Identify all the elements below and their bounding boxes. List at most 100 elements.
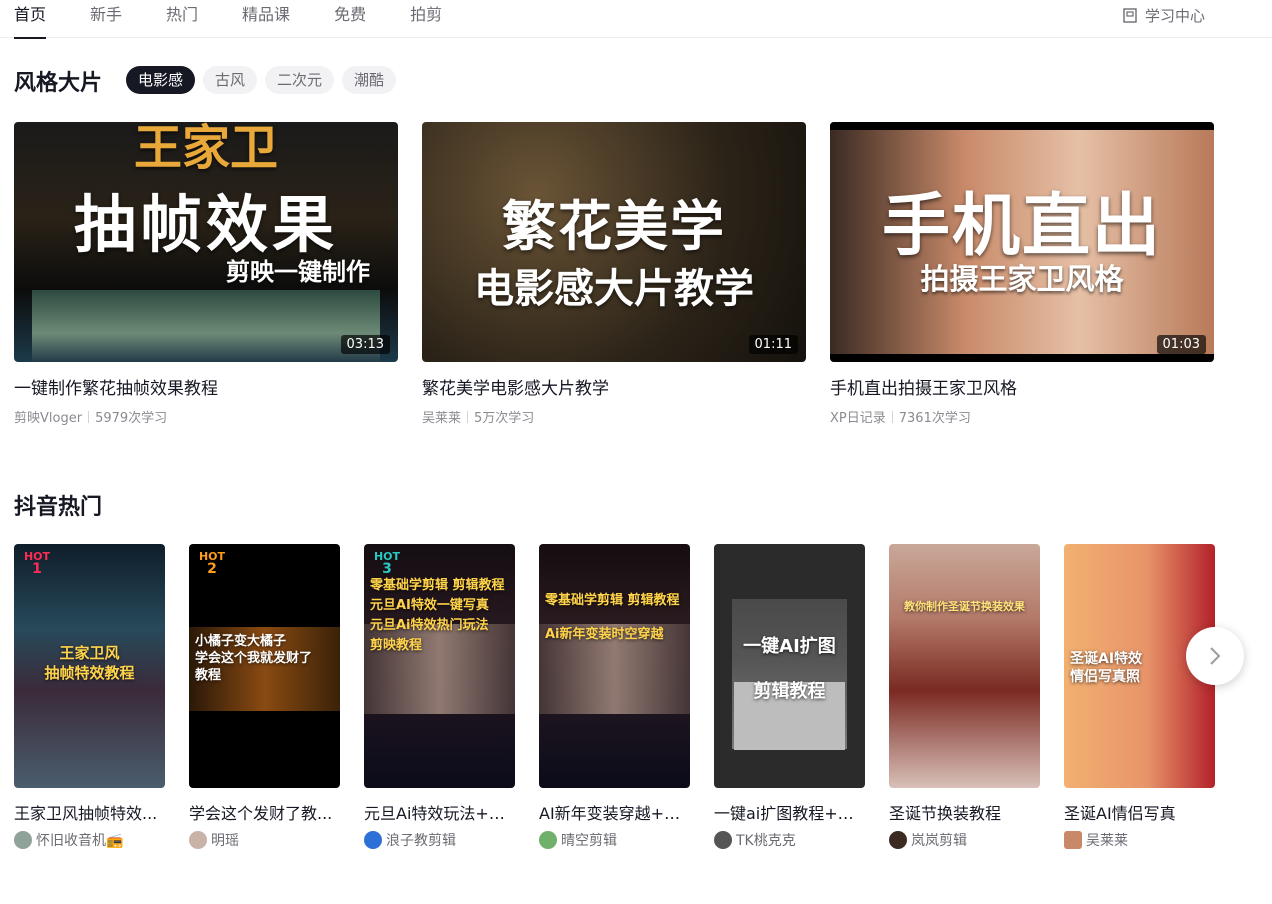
tab-hot[interactable]: 热门: [166, 0, 198, 38]
video-thumbnail[interactable]: HOT 3 零基础学剪辑 剪辑教程 元旦AI特效一键写真 元旦Ai特效热门玩法 剪…: [364, 544, 515, 788]
video-duration: 01:03: [1156, 335, 1206, 354]
tab-free[interactable]: 免费: [334, 0, 366, 38]
video-author[interactable]: XP日记录: [830, 407, 886, 426]
chip-ancient[interactable]: 古风: [203, 66, 258, 94]
video-author[interactable]: 吴莱莱: [1064, 830, 1215, 850]
avatar: [364, 831, 382, 849]
thumbnail-overlay-main: 繁花美学: [502, 195, 726, 258]
letterbox-bottom: [830, 354, 1214, 362]
tab-premium[interactable]: 精品课: [242, 0, 290, 38]
avatar: [714, 831, 732, 849]
avatar: [539, 831, 557, 849]
avatar: [189, 831, 207, 849]
video-title[interactable]: 手机直出拍摄王家卫风格: [830, 374, 1214, 399]
thumbnail-overlay-sub: 剪映一键制作: [226, 258, 370, 286]
video-author[interactable]: 浪子教剪辑: [364, 830, 515, 850]
video-thumbnail[interactable]: HOT 1 王家卫风 抽帧特效教程: [14, 544, 165, 788]
video-meta: 吴莱莱 5万次学习: [422, 407, 806, 426]
style-video-list: 王家卫 抽帧效果 剪映一键制作 03:13 一键制作繁花抽帧效果教程 剪映Vlo…: [14, 122, 1238, 426]
video-title[interactable]: AI新年变装穿越+素...: [539, 800, 690, 824]
video-card[interactable]: 繁花美学 电影感大片教学 01:11 繁花美学电影感大片教学 吴莱莱 5万次学习: [422, 122, 806, 426]
video-thumbnail[interactable]: 零基础学剪辑 剪辑教程 Ai新年变装时空穿越: [539, 544, 690, 788]
video-meta: 剪映Vloger 5979次学习: [14, 407, 398, 426]
thumbnail-overlay: 王家卫风 抽帧特效教程: [44, 644, 135, 682]
video-author[interactable]: 明瑶: [189, 830, 340, 850]
video-title[interactable]: 学会这个发财了教...: [189, 800, 340, 824]
video-thumbnail[interactable]: 王家卫 抽帧效果 剪映一键制作 03:13: [14, 122, 398, 362]
video-thumbnail[interactable]: 教你制作圣诞节换装效果: [889, 544, 1040, 788]
video-thumbnail[interactable]: 一键AI扩图 剪辑教程: [714, 544, 865, 788]
video-duration: 03:13: [340, 335, 390, 354]
meta-divider: [891, 410, 893, 423]
video-author[interactable]: 吴莱莱: [422, 407, 461, 426]
video-author[interactable]: 晴空剪辑: [539, 830, 690, 850]
chip-anime[interactable]: 二次元: [265, 66, 335, 94]
avatar: [1064, 831, 1082, 849]
video-card[interactable]: 王家卫 抽帧效果 剪映一键制作 03:13 一键制作繁花抽帧效果教程 剪映Vlo…: [14, 122, 398, 426]
tab-home[interactable]: 首页: [14, 0, 47, 39]
video-card[interactable]: HOT 3 零基础学剪辑 剪辑教程 元旦AI特效一键写真 元旦Ai特效热门玩法 剪…: [364, 544, 515, 850]
thumbnail-overlay-sub: 电影感大片教学: [474, 266, 754, 312]
douyin-section-title: 抖音热门: [14, 495, 103, 520]
hot-rank-badge: HOT 1: [23, 550, 51, 577]
video-card[interactable]: 一键AI扩图 剪辑教程 一键ai扩图教程+素材 TK桃克克: [714, 544, 865, 850]
thumbnail-overlay-top: 王家卫: [133, 122, 278, 176]
video-author[interactable]: 剪映Vloger: [14, 407, 82, 426]
letterbox-top: [830, 122, 1214, 130]
author-name: 怀旧收音机📻: [36, 833, 124, 849]
video-title[interactable]: 一键ai扩图教程+素材: [714, 800, 865, 824]
video-card[interactable]: 零基础学剪辑 剪辑教程 Ai新年变装时空穿越 AI新年变装穿越+素... 晴空剪…: [539, 544, 690, 850]
chevron-right-icon: [1210, 647, 1221, 665]
video-card[interactable]: 教你制作圣诞节换装效果 圣诞节换装教程 岚岚剪辑: [889, 544, 1040, 850]
video-thumbnail[interactable]: 繁花美学 电影感大片教学 01:11: [422, 122, 806, 362]
video-views: 5979次学习: [95, 411, 168, 426]
style-chips: 电影感 古风 二次元 潮酷: [126, 66, 404, 94]
video-title[interactable]: 圣诞节换装教程: [889, 800, 1040, 824]
hot-rank-badge: HOT 2: [198, 550, 226, 577]
author-name: TK桃克克: [736, 833, 796, 849]
meta-divider: [88, 410, 90, 423]
meta-divider: [467, 410, 469, 423]
video-views: 7361次学习: [898, 411, 971, 426]
video-title[interactable]: 王家卫风抽帧特效...: [14, 800, 165, 824]
video-card[interactable]: 圣诞AI特效 情侣写真照 圣诞AI情侣写真 吴莱莱: [1064, 544, 1215, 850]
style-section-title: 风格大片: [14, 71, 103, 96]
learning-center-link[interactable]: 学习中心: [1123, 5, 1205, 26]
video-thumbnail[interactable]: HOT 2 小橘子变大橘子 学会这个我就发财了 教程: [189, 544, 340, 788]
avatar: [889, 831, 907, 849]
hot-rank-badge: HOT 3: [373, 550, 401, 577]
author-name: 明瑶: [211, 833, 239, 849]
thumbnail-overlay: 一键AI扩图 剪辑教程: [743, 636, 836, 702]
video-card[interactable]: 手机直出 拍摄王家卫风格 01:03 手机直出拍摄王家卫风格 XP日记录 736…: [830, 122, 1214, 426]
video-card[interactable]: HOT 1 王家卫风 抽帧特效教程 王家卫风抽帧特效... 怀旧收音机📻: [14, 544, 165, 850]
thumbnail-overlay: 小橘子变大橘子 学会这个我就发财了 教程: [195, 634, 313, 683]
video-title[interactable]: 繁花美学电影感大片教学: [422, 374, 806, 399]
douyin-video-list: HOT 1 王家卫风 抽帧特效教程 王家卫风抽帧特效... 怀旧收音机📻 HOT 2…: [14, 544, 1239, 850]
video-author[interactable]: 怀旧收音机📻: [14, 830, 165, 850]
video-title[interactable]: 一键制作繁花抽帧效果教程: [14, 374, 398, 399]
video-author[interactable]: TK桃克克: [714, 830, 865, 850]
video-thumbnail[interactable]: 手机直出 拍摄王家卫风格 01:03: [830, 122, 1214, 362]
tab-shoot-edit[interactable]: 拍剪: [410, 0, 442, 38]
video-card[interactable]: HOT 2 小橘子变大橘子 学会这个我就发财了 教程 学会这个发财了教... 明瑶: [189, 544, 340, 850]
author-name: 晴空剪辑: [561, 833, 617, 849]
tab-beginner[interactable]: 新手: [90, 0, 122, 38]
thumbnail-overlay-main: 抽帧效果: [73, 188, 338, 261]
carousel-next-button[interactable]: [1186, 627, 1244, 685]
video-title[interactable]: 元旦Ai特效玩法+素...: [364, 800, 515, 824]
thumbnail-overlay: 教你制作圣诞节换装效果: [904, 600, 1025, 613]
chip-cinematic[interactable]: 电影感: [126, 66, 196, 94]
video-title[interactable]: 圣诞AI情侣写真: [1064, 800, 1215, 824]
learning-center-icon: [1123, 8, 1137, 23]
author-name: 吴莱莱: [1086, 833, 1128, 849]
chip-trendy[interactable]: 潮酷: [342, 66, 397, 94]
top-nav: 首页 新手 热门 精品课 免费 拍剪 学习中心: [0, 0, 1272, 39]
video-duration: 01:11: [748, 335, 798, 354]
nav-tabs: 首页 新手 热门 精品课 免费 拍剪: [14, 0, 486, 39]
video-author[interactable]: 岚岚剪辑: [889, 830, 1040, 850]
thumbnail-overlay: 零基础学剪辑 剪辑教程 Ai新年变装时空穿越: [545, 593, 680, 642]
thumbnail-scene: [32, 290, 380, 362]
avatar: [14, 831, 32, 849]
thumbnail-overlay-sub: 拍摄王家卫风格: [920, 262, 1124, 296]
thumbnail-overlay: 零基础学剪辑 剪辑教程 元旦AI特效一键写真 元旦Ai特效热门玩法 剪映教程: [370, 578, 505, 654]
